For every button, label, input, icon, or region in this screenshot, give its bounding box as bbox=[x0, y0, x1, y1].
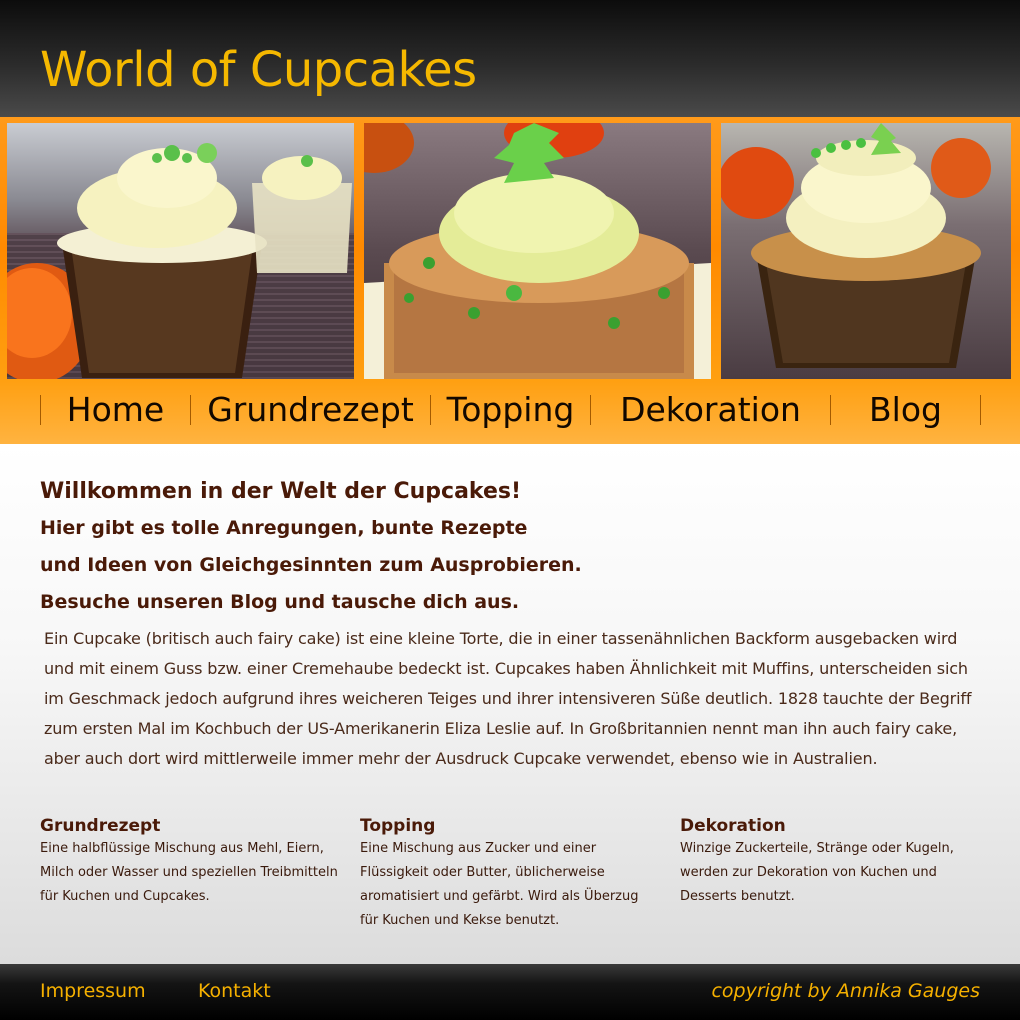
column-text: Eine Mischung aus Zucker und einer Flüss… bbox=[360, 841, 639, 928]
site-footer: Impressum Kontakt copyright by Annika Ga… bbox=[0, 964, 1020, 1020]
column-text: Winzige Zuckerteile, Stränge oder Kugeln… bbox=[680, 841, 954, 904]
site-header: World of Cupcakes bbox=[0, 0, 1020, 117]
welcome-message: Willkommen in der Welt der Cupcakes! Hie… bbox=[40, 474, 980, 621]
intro-paragraph: Ein Cupcake (britisch auch fairy cake) i… bbox=[44, 629, 972, 768]
welcome-line: und Ideen von Gleichgesinnten zum Auspro… bbox=[40, 554, 582, 576]
kontakt-link[interactable]: Kontakt bbox=[198, 980, 271, 1002]
copyright-text: copyright by Annika Gauges bbox=[711, 980, 980, 1002]
column-title: Topping bbox=[360, 816, 436, 836]
nav-separator bbox=[980, 395, 981, 425]
welcome-line: Besuche unseren Blog und tausche dich au… bbox=[40, 591, 520, 613]
welcome-heading: Willkommen in der Welt der Cupcakes! bbox=[40, 479, 522, 504]
hero-band: Home Grundrezept Topping Dekoration Blog bbox=[0, 117, 1020, 444]
info-column-topping: Topping Eine Mischung aus Zucker und ein… bbox=[360, 814, 660, 933]
cupcake-photo-2 bbox=[364, 123, 711, 379]
column-title: Grundrezept bbox=[40, 816, 161, 836]
cupcake-photo-1 bbox=[7, 123, 354, 379]
info-column-grundrezept: Grundrezept Eine halbflüssige Mischung a… bbox=[40, 814, 340, 909]
info-column-dekoration: Dekoration Winzige Zuckerteile, Stränge … bbox=[680, 814, 980, 909]
nav-item-grundrezept[interactable]: Grundrezept bbox=[191, 387, 430, 433]
column-text: Eine halbflüssige Mischung aus Mehl, Eie… bbox=[40, 841, 338, 904]
column-title: Dekoration bbox=[680, 816, 786, 836]
site-title[interactable]: World of Cupcakes bbox=[40, 40, 477, 100]
welcome-line: Hier gibt es tolle Anregungen, bunte Rez… bbox=[40, 517, 528, 539]
cupcake-photo-3 bbox=[721, 123, 1011, 379]
nav-item-topping[interactable]: Topping bbox=[431, 387, 590, 433]
nav-item-dekoration[interactable]: Dekoration bbox=[591, 387, 830, 433]
main-nav: Home Grundrezept Topping Dekoration Blog bbox=[0, 379, 1020, 444]
nav-item-home[interactable]: Home bbox=[41, 387, 190, 433]
impressum-link[interactable]: Impressum bbox=[40, 980, 146, 1002]
main-content: Willkommen in der Welt der Cupcakes! Hie… bbox=[0, 444, 1020, 964]
nav-item-blog[interactable]: Blog bbox=[831, 387, 980, 433]
